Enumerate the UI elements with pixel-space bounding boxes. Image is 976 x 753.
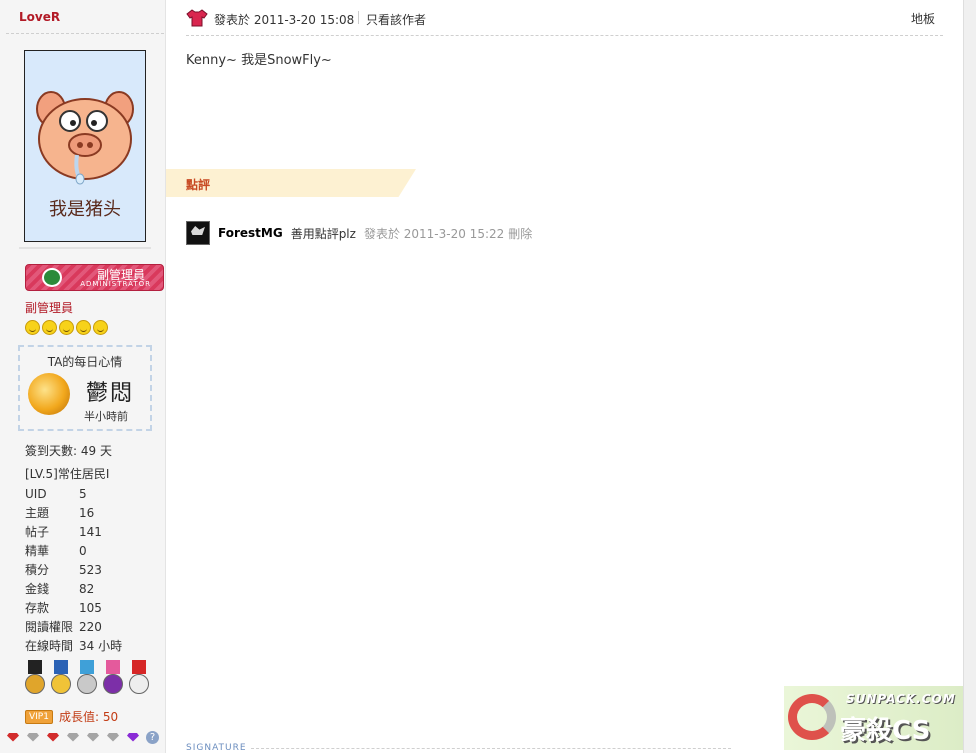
admin-emblem-icon [42, 268, 62, 287]
stat-value[interactable]: 0 [79, 544, 87, 563]
page-scrollbar[interactable] [963, 0, 976, 753]
watermark-url: SUNPACK.COM [846, 692, 956, 706]
post-time: 發表於 2011-3-20 15:08 [214, 13, 355, 27]
watermark-logo-icon [788, 694, 836, 740]
stat-row: 金錢 82 [25, 582, 122, 601]
stat-value: 82 [79, 582, 95, 596]
signature-divider: SIGNATURE [186, 743, 731, 753]
user-group[interactable]: 副管理員 [25, 299, 73, 316]
rank-smiley-icon [76, 320, 91, 335]
red-gem-icon[interactable] [6, 732, 22, 744]
red-gem-icon[interactable] [46, 732, 62, 744]
stat-key: 金錢 [25, 582, 50, 596]
rating-section-header: 點評 [166, 169, 416, 197]
stat-key: 存款 [25, 601, 50, 615]
stat-row: 帖子 141 [25, 525, 122, 544]
rating-time: 發表於 2011-3-20 15:22 [363, 226, 505, 241]
avatar-caption: 我是猪头 [49, 199, 121, 220]
mood-word: 鬱悶 [86, 381, 135, 406]
rating-tab-label: 點評 [186, 178, 211, 192]
stat-row: 精華 0 [25, 544, 122, 563]
medal-icon[interactable] [77, 660, 97, 696]
rater-username[interactable]: ForestMG [218, 226, 283, 240]
gem-icon[interactable] [106, 732, 122, 744]
floor-number[interactable]: 地板 [911, 10, 935, 27]
daily-mood-box[interactable]: TA的每日心情 鬱悶 半小時前 [18, 345, 152, 431]
medal-icon[interactable] [51, 660, 71, 696]
mood-orb-icon [28, 373, 70, 415]
stat-value[interactable]: 16 [79, 506, 94, 525]
user-stats: UID 5 主題 16 帖子 141 精華 0 積分 523 金錢 82 存款 105 閱讀權… [25, 487, 122, 658]
only-author-link[interactable]: 只看該作者 [366, 11, 426, 28]
avatar-divider [19, 247, 151, 249]
rank-smiley-icon [25, 320, 40, 335]
post-header: 發表於 2011-3-20 15:08 只看該作者 地板 [186, 6, 943, 36]
magic-items-row: ? [6, 731, 159, 744]
gem-icon[interactable] [86, 732, 102, 744]
purple-gem-icon[interactable] [126, 732, 142, 744]
vip-row: VIP1 成長值: 50 [25, 708, 118, 725]
signature-label: SIGNATURE [186, 743, 247, 753]
stat-value[interactable]: 5 [79, 487, 87, 506]
admin-badge-subtitle: ADMINISTRATOR [80, 280, 151, 288]
delete-rating-link[interactable]: 刪除 [508, 225, 532, 242]
rating-entry: ForestMG 善用點評plz 發表於 2011-3-20 15:22 刪除 [186, 221, 532, 245]
online-shirt-icon [186, 9, 208, 27]
watermark-name: 豪殺CS [840, 716, 931, 746]
pig-face-icon [36, 91, 134, 185]
stat-key: 帖子 [25, 525, 50, 539]
growth-value: 成長值: 50 [58, 710, 119, 724]
stat-row: UID 5 [25, 487, 122, 506]
author-avatar[interactable]: 我是猪头 [24, 50, 146, 242]
rank-smiley-icon [93, 320, 108, 335]
checkin-days: 簽到天數: 49 天 [25, 444, 112, 458]
stat-key: 精華 [25, 544, 50, 558]
medal-icon[interactable] [129, 660, 149, 696]
gem-icon[interactable] [26, 732, 42, 744]
rating-comment: 善用點評plz [290, 226, 356, 241]
stat-key: 在線時間 [25, 639, 74, 653]
help-icon[interactable]: ? [146, 731, 159, 744]
medal-row [25, 660, 149, 696]
stat-value: 105 [79, 601, 102, 615]
rank-smiley-icon [42, 320, 57, 335]
author-username[interactable]: LoveR [19, 10, 60, 24]
mood-time: 半小時前 [84, 410, 128, 423]
gem-icon[interactable] [66, 732, 82, 744]
rater-avatar[interactable] [186, 221, 210, 245]
stat-row: 積分 523 [25, 563, 122, 582]
mood-title: TA的每日心情 [47, 355, 123, 369]
signature-line [250, 747, 731, 749]
stat-key: 積分 [25, 563, 50, 577]
stat-key: 主題 [25, 506, 50, 520]
stat-key: UID [25, 487, 47, 501]
vip-badge[interactable]: VIP1 [25, 709, 53, 724]
admin-badge: 副管理員 ADMINISTRATOR [25, 264, 164, 291]
stat-row: 存款 105 [25, 601, 122, 620]
stat-row: 主題 16 [25, 506, 122, 525]
medal-icon[interactable] [103, 660, 123, 696]
stat-key: 閱讀權限 [25, 620, 74, 634]
post-content: Kenny~ 我是SnowFly~ [186, 53, 332, 68]
stat-value[interactable]: 523 [79, 563, 102, 582]
site-watermark: SUNPACK.COM 豪殺CS [784, 686, 972, 750]
medal-icon[interactable] [25, 660, 45, 696]
rank-stars [25, 320, 108, 335]
stat-value[interactable]: 141 [79, 525, 102, 544]
stat-row: 閱讀權限 220 [25, 620, 122, 639]
author-sidebar: LoveR 我是猪头 副管理員 ADMINISTRATOR 副管理員 TA的每日… [0, 0, 166, 753]
header-separator [358, 11, 359, 24]
rank-smiley-icon [59, 320, 74, 335]
stat-value: 34 小時 [79, 639, 123, 653]
sidebar-divider [6, 33, 164, 34]
stat-row: 在線時間 34 小時 [25, 639, 122, 658]
user-level[interactable]: [LV.5]常住居民I [25, 465, 109, 482]
stat-value: 220 [79, 620, 102, 634]
